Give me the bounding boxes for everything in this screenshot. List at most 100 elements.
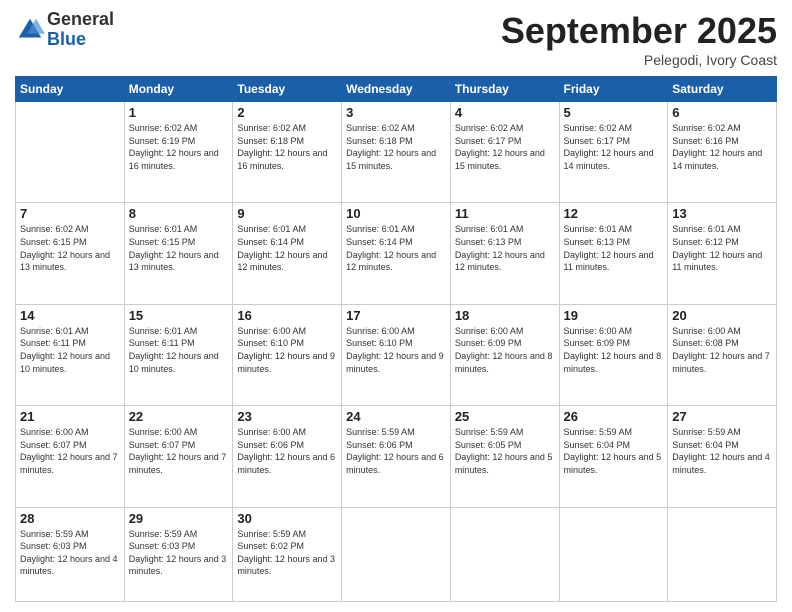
day-info: Sunrise: 6:01 AM Sunset: 6:11 PM Dayligh… — [20, 325, 120, 375]
day-info: Sunrise: 6:01 AM Sunset: 6:14 PM Dayligh… — [346, 223, 446, 273]
day-info: Sunrise: 6:02 AM Sunset: 6:15 PM Dayligh… — [20, 223, 120, 273]
col-friday: Friday — [559, 77, 668, 102]
table-row: 8 Sunrise: 6:01 AM Sunset: 6:15 PM Daylig… — [124, 203, 233, 304]
day-number: 28 — [20, 511, 120, 526]
day-number: 15 — [129, 308, 229, 323]
day-info: Sunrise: 6:02 AM Sunset: 6:18 PM Dayligh… — [346, 122, 446, 172]
col-saturday: Saturday — [668, 77, 777, 102]
col-tuesday: Tuesday — [233, 77, 342, 102]
table-row — [559, 507, 668, 601]
day-number: 1 — [129, 105, 229, 120]
day-info: Sunrise: 6:02 AM Sunset: 6:16 PM Dayligh… — [672, 122, 772, 172]
table-row: 19 Sunrise: 6:00 AM Sunset: 6:09 PM Dayli… — [559, 304, 668, 405]
day-info: Sunrise: 6:01 AM Sunset: 6:15 PM Dayligh… — [129, 223, 229, 273]
logo-general: General — [47, 10, 114, 30]
table-row: 12 Sunrise: 6:01 AM Sunset: 6:13 PM Dayli… — [559, 203, 668, 304]
day-number: 24 — [346, 409, 446, 424]
day-info: Sunrise: 5:59 AM Sunset: 6:04 PM Dayligh… — [672, 426, 772, 476]
month-title: September 2025 — [501, 10, 777, 52]
day-info: Sunrise: 6:00 AM Sunset: 6:07 PM Dayligh… — [20, 426, 120, 476]
calendar-table: Sunday Monday Tuesday Wednesday Thursday… — [15, 76, 777, 602]
day-number: 6 — [672, 105, 772, 120]
day-number: 8 — [129, 206, 229, 221]
day-number: 26 — [564, 409, 664, 424]
page: General Blue September 2025 Pelegodi, Iv… — [0, 0, 792, 612]
day-number: 4 — [455, 105, 555, 120]
table-row: 5Sunrise: 6:02 AM Sunset: 6:17 PM Daylig… — [559, 102, 668, 203]
day-number: 29 — [129, 511, 229, 526]
day-info: Sunrise: 5:59 AM Sunset: 6:03 PM Dayligh… — [129, 528, 229, 578]
day-info: Sunrise: 5:59 AM Sunset: 6:04 PM Dayligh… — [564, 426, 664, 476]
table-row: 14 Sunrise: 6:01 AM Sunset: 6:11 PM Dayli… — [16, 304, 125, 405]
table-row: 30Sunrise: 5:59 AM Sunset: 6:02 PM Dayli… — [233, 507, 342, 601]
table-row: 24 Sunrise: 5:59 AM Sunset: 6:06 PM Dayli… — [342, 406, 451, 507]
logo-text: General Blue — [47, 10, 114, 50]
col-wednesday: Wednesday — [342, 77, 451, 102]
table-row: 28 Sunrise: 5:59 AM Sunset: 6:03 PM Dayli… — [16, 507, 125, 601]
table-row: 29 Sunrise: 5:59 AM Sunset: 6:03 PM Dayli… — [124, 507, 233, 601]
day-number: 10 — [346, 206, 446, 221]
logo-icon — [15, 15, 45, 45]
table-row: 2 Sunrise: 6:02 AM Sunset: 6:18 PM Daylig… — [233, 102, 342, 203]
day-number: 21 — [20, 409, 120, 424]
table-row: 26 Sunrise: 5:59 AM Sunset: 6:04 PM Dayli… — [559, 406, 668, 507]
table-row: 11Sunrise: 6:01 AM Sunset: 6:13 PM Dayli… — [450, 203, 559, 304]
table-row: 27Sunrise: 5:59 AM Sunset: 6:04 PM Dayli… — [668, 406, 777, 507]
day-info: Sunrise: 6:01 AM Sunset: 6:12 PM Dayligh… — [672, 223, 772, 273]
col-monday: Monday — [124, 77, 233, 102]
day-info: Sunrise: 6:00 AM Sunset: 6:10 PM Dayligh… — [237, 325, 337, 375]
table-row — [668, 507, 777, 601]
table-row: 3 Sunrise: 6:02 AM Sunset: 6:18 PM Daylig… — [342, 102, 451, 203]
table-row: 7Sunrise: 6:02 AM Sunset: 6:15 PM Daylig… — [16, 203, 125, 304]
day-number: 2 — [237, 105, 337, 120]
table-row: 1Sunrise: 6:02 AM Sunset: 6:19 PM Daylig… — [124, 102, 233, 203]
day-info: Sunrise: 6:02 AM Sunset: 6:18 PM Dayligh… — [237, 122, 337, 172]
day-number: 17 — [346, 308, 446, 323]
day-info: Sunrise: 6:01 AM Sunset: 6:11 PM Dayligh… — [129, 325, 229, 375]
day-number: 16 — [237, 308, 337, 323]
day-info: Sunrise: 6:00 AM Sunset: 6:10 PM Dayligh… — [346, 325, 446, 375]
day-number: 22 — [129, 409, 229, 424]
table-row: 15 Sunrise: 6:01 AM Sunset: 6:11 PM Dayli… — [124, 304, 233, 405]
day-info: Sunrise: 5:59 AM Sunset: 6:05 PM Dayligh… — [455, 426, 555, 476]
table-row: 18 Sunrise: 6:00 AM Sunset: 6:09 PM Dayli… — [450, 304, 559, 405]
day-number: 3 — [346, 105, 446, 120]
table-row: 20 Sunrise: 6:00 AM Sunset: 6:08 PM Dayli… — [668, 304, 777, 405]
day-info: Sunrise: 5:59 AM Sunset: 6:03 PM Dayligh… — [20, 528, 120, 578]
day-info: Sunrise: 6:02 AM Sunset: 6:17 PM Dayligh… — [455, 122, 555, 172]
col-thursday: Thursday — [450, 77, 559, 102]
table-row: 17 Sunrise: 6:00 AM Sunset: 6:10 PM Dayli… — [342, 304, 451, 405]
day-number: 20 — [672, 308, 772, 323]
table-row: 13 Sunrise: 6:01 AM Sunset: 6:12 PM Dayli… — [668, 203, 777, 304]
logo-blue: Blue — [47, 30, 114, 50]
title-block: September 2025 Pelegodi, Ivory Coast — [501, 10, 777, 68]
day-info: Sunrise: 5:59 AM Sunset: 6:06 PM Dayligh… — [346, 426, 446, 476]
day-number: 12 — [564, 206, 664, 221]
day-number: 19 — [564, 308, 664, 323]
table-row: 23Sunrise: 6:00 AM Sunset: 6:06 PM Dayli… — [233, 406, 342, 507]
header: General Blue September 2025 Pelegodi, Iv… — [15, 10, 777, 68]
day-info: Sunrise: 6:00 AM Sunset: 6:09 PM Dayligh… — [564, 325, 664, 375]
table-row: 6 Sunrise: 6:02 AM Sunset: 6:16 PM Daylig… — [668, 102, 777, 203]
day-info: Sunrise: 6:01 AM Sunset: 6:14 PM Dayligh… — [237, 223, 337, 273]
day-info: Sunrise: 5:59 AM Sunset: 6:02 PM Dayligh… — [237, 528, 337, 578]
table-row — [342, 507, 451, 601]
day-number: 18 — [455, 308, 555, 323]
table-row: 10 Sunrise: 6:01 AM Sunset: 6:14 PM Dayli… — [342, 203, 451, 304]
day-info: Sunrise: 6:00 AM Sunset: 6:07 PM Dayligh… — [129, 426, 229, 476]
table-row: 9Sunrise: 6:01 AM Sunset: 6:14 PM Daylig… — [233, 203, 342, 304]
day-info: Sunrise: 6:00 AM Sunset: 6:09 PM Dayligh… — [455, 325, 555, 375]
calendar-header-row: Sunday Monday Tuesday Wednesday Thursday… — [16, 77, 777, 102]
day-info: Sunrise: 6:00 AM Sunset: 6:06 PM Dayligh… — [237, 426, 337, 476]
table-row: 22 Sunrise: 6:00 AM Sunset: 6:07 PM Dayli… — [124, 406, 233, 507]
day-number: 14 — [20, 308, 120, 323]
table-row: 4 Sunrise: 6:02 AM Sunset: 6:17 PM Daylig… — [450, 102, 559, 203]
day-info: Sunrise: 6:02 AM Sunset: 6:17 PM Dayligh… — [564, 122, 664, 172]
logo: General Blue — [15, 10, 114, 50]
day-info: Sunrise: 6:01 AM Sunset: 6:13 PM Dayligh… — [564, 223, 664, 273]
table-row: 16 Sunrise: 6:00 AM Sunset: 6:10 PM Dayli… — [233, 304, 342, 405]
table-row: 25Sunrise: 5:59 AM Sunset: 6:05 PM Dayli… — [450, 406, 559, 507]
col-sunday: Sunday — [16, 77, 125, 102]
day-number: 13 — [672, 206, 772, 221]
day-info: Sunrise: 6:00 AM Sunset: 6:08 PM Dayligh… — [672, 325, 772, 375]
